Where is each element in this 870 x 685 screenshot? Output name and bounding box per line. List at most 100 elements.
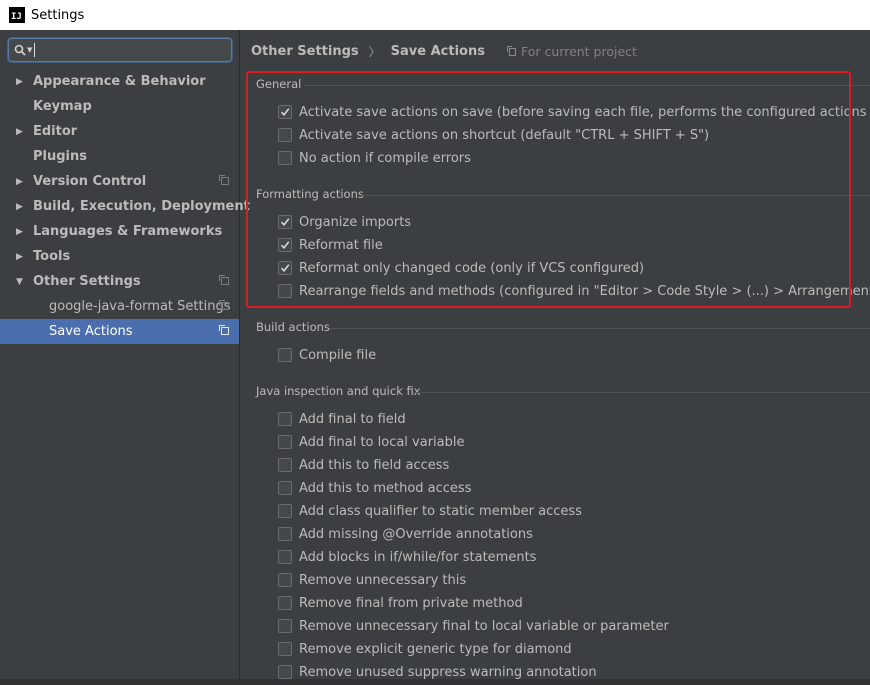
option-row[interactable]: Add final to local variable xyxy=(278,432,465,452)
expand-arrow-right-icon[interactable]: ▶ xyxy=(16,227,23,237)
project-settings-icon xyxy=(219,275,229,285)
sidebar-item-tools[interactable]: ▶ Tools xyxy=(0,244,239,269)
option-row[interactable]: Activate save actions on save (before sa… xyxy=(278,102,870,122)
option-label: Add final to local variable xyxy=(299,434,465,450)
option-row[interactable]: Add class qualifier to static member acc… xyxy=(278,501,582,521)
option-row[interactable]: Compile file xyxy=(278,345,376,365)
checkbox-checked[interactable] xyxy=(278,238,292,252)
sidebar-item-languages-frameworks[interactable]: ▶ Languages & Frameworks xyxy=(0,219,239,244)
option-row[interactable]: Reformat only changed code (only if VCS … xyxy=(278,258,644,278)
checkbox-unchecked[interactable] xyxy=(278,504,292,518)
search-box[interactable]: ▼ xyxy=(8,38,232,62)
section-title: Formatting actions xyxy=(256,187,364,201)
sidebar-item-plugins[interactable]: Plugins xyxy=(0,144,239,169)
checkbox-unchecked[interactable] xyxy=(278,284,292,298)
checkbox-unchecked[interactable] xyxy=(278,412,292,426)
option-row[interactable]: Activate save actions on shortcut (defau… xyxy=(278,125,709,145)
checkbox-unchecked[interactable] xyxy=(278,527,292,541)
sidebar-item-keymap[interactable]: Keymap xyxy=(0,94,239,119)
expand-arrow-right-icon[interactable]: ▶ xyxy=(16,127,23,137)
checkbox-checked[interactable] xyxy=(278,105,292,119)
checkbox-unchecked[interactable] xyxy=(278,481,292,495)
settings-sidebar: ▼ ▶ Appearance & Behavior Keymap ▶ Editor Plu… xyxy=(0,30,250,685)
checkbox-unchecked[interactable] xyxy=(278,458,292,472)
expand-arrow-right-icon[interactable]: ▶ xyxy=(16,77,23,87)
search-icon[interactable]: ▼ xyxy=(14,44,32,56)
checkbox-unchecked[interactable] xyxy=(278,151,292,165)
settings-content: Other Settings 〉 Save Actions For curren… xyxy=(241,30,870,685)
option-row[interactable]: Remove unnecessary this xyxy=(278,570,466,590)
option-label: Remove unused suppress warning annotatio… xyxy=(299,664,597,680)
option-row[interactable]: Add final to field xyxy=(278,409,406,429)
section-title: Java inspection and quick fix xyxy=(256,384,421,398)
option-row[interactable]: Add missing @Override annotations xyxy=(278,524,533,544)
breadcrumb-parent[interactable]: Other Settings xyxy=(251,44,359,59)
option-row[interactable]: Add this to field access xyxy=(278,455,449,475)
option-row[interactable]: Reformat file xyxy=(278,235,383,255)
expand-arrow-right-icon[interactable]: ▶ xyxy=(16,252,23,262)
sidebar-item-appearance-behavior[interactable]: ▶ Appearance & Behavior xyxy=(0,69,239,94)
section-divider xyxy=(329,328,870,329)
option-row[interactable]: Remove unnecessary final to local variab… xyxy=(278,616,669,636)
project-scope-text: For current project xyxy=(520,44,637,59)
breadcrumb: Other Settings 〉 Save Actions For curren… xyxy=(251,43,637,60)
section-title: Build actions xyxy=(256,320,330,334)
checkbox-unchecked[interactable] xyxy=(278,435,292,449)
title-bar: IJ Settings xyxy=(0,0,870,30)
checkbox-unchecked[interactable] xyxy=(278,665,292,679)
sidebar-item-editor[interactable]: ▶ Editor xyxy=(0,119,239,144)
sidebar-item-label: Save Actions xyxy=(49,324,133,339)
option-label: Reformat only changed code (only if VCS … xyxy=(299,260,645,276)
sidebar-item-save-actions[interactable]: Save Actions xyxy=(0,319,239,344)
option-label: Remove unnecessary final to local variab… xyxy=(299,618,669,634)
checkbox-unchecked[interactable] xyxy=(278,348,292,362)
sidebar-item-label: Keymap xyxy=(33,99,92,114)
checkmark-icon xyxy=(280,241,290,250)
chevron-down-icon: ▼ xyxy=(27,46,33,54)
checkbox-unchecked[interactable] xyxy=(278,573,292,587)
expand-arrow-right-icon[interactable]: ▶ xyxy=(16,177,23,187)
checkbox-unchecked[interactable] xyxy=(278,642,292,656)
option-row[interactable]: Add blocks in if/while/for statements xyxy=(278,547,536,567)
intellij-app-icon: IJ xyxy=(9,7,25,23)
checkbox-unchecked[interactable] xyxy=(278,550,292,564)
checkbox-unchecked[interactable] xyxy=(278,128,292,142)
option-row[interactable]: Organize imports xyxy=(278,212,411,232)
checkbox-unchecked[interactable] xyxy=(278,596,292,610)
option-row[interactable]: No action if compile errors xyxy=(278,148,471,168)
option-label: No action if compile errors xyxy=(299,150,471,166)
checkmark-icon xyxy=(280,218,290,227)
sidebar-item-google-java-format-settings[interactable]: google-java-format Settings xyxy=(0,294,239,319)
section-divider xyxy=(304,85,870,86)
section-title: General xyxy=(256,77,302,91)
option-label: Activate save actions on save (before sa… xyxy=(299,104,870,120)
sidebar-item-label: Version Control xyxy=(33,174,147,189)
checkbox-unchecked[interactable] xyxy=(278,619,292,633)
checkbox-checked[interactable] xyxy=(278,261,292,275)
sidebar-item-label: google-java-format Settings xyxy=(49,299,231,314)
option-label: Add missing @Override annotations xyxy=(299,526,533,542)
sidebar-item-label: Build, Execution, Deployment xyxy=(33,199,250,214)
option-label: Reformat file xyxy=(299,237,383,253)
option-row[interactable]: Rearrange fields and methods (configured… xyxy=(278,281,870,301)
breadcrumb-current: Save Actions xyxy=(390,44,485,59)
section-divider xyxy=(360,195,870,196)
option-row[interactable]: Remove final from private method xyxy=(278,593,523,613)
expand-arrow-right-icon[interactable]: ▶ xyxy=(16,202,23,212)
option-label: Add final to field xyxy=(299,411,406,427)
sidebar-item-label: Languages & Frameworks xyxy=(33,224,223,239)
project-settings-icon xyxy=(219,175,229,185)
sidebar-item-other-settings[interactable]: ▼ Other Settings xyxy=(0,269,239,294)
option-label: Remove unnecessary this xyxy=(299,572,467,588)
sidebar-item-build-execution-deployment[interactable]: ▶ Build, Execution, Deployment xyxy=(0,194,250,219)
option-row[interactable]: Add this to method access xyxy=(278,478,471,498)
option-label: Add this to field access xyxy=(299,457,450,473)
search-input[interactable] xyxy=(34,43,231,57)
checkbox-checked[interactable] xyxy=(278,215,292,229)
sidebar-item-version-control[interactable]: ▶ Version Control xyxy=(0,169,239,194)
project-settings-icon xyxy=(219,300,229,310)
option-label: Remove explicit generic type for diamond xyxy=(299,641,572,657)
option-label: Add class qualifier to static member acc… xyxy=(299,503,582,519)
expand-arrow-down-icon[interactable]: ▼ xyxy=(16,277,23,287)
option-row[interactable]: Remove explicit generic type for diamond xyxy=(278,639,572,659)
